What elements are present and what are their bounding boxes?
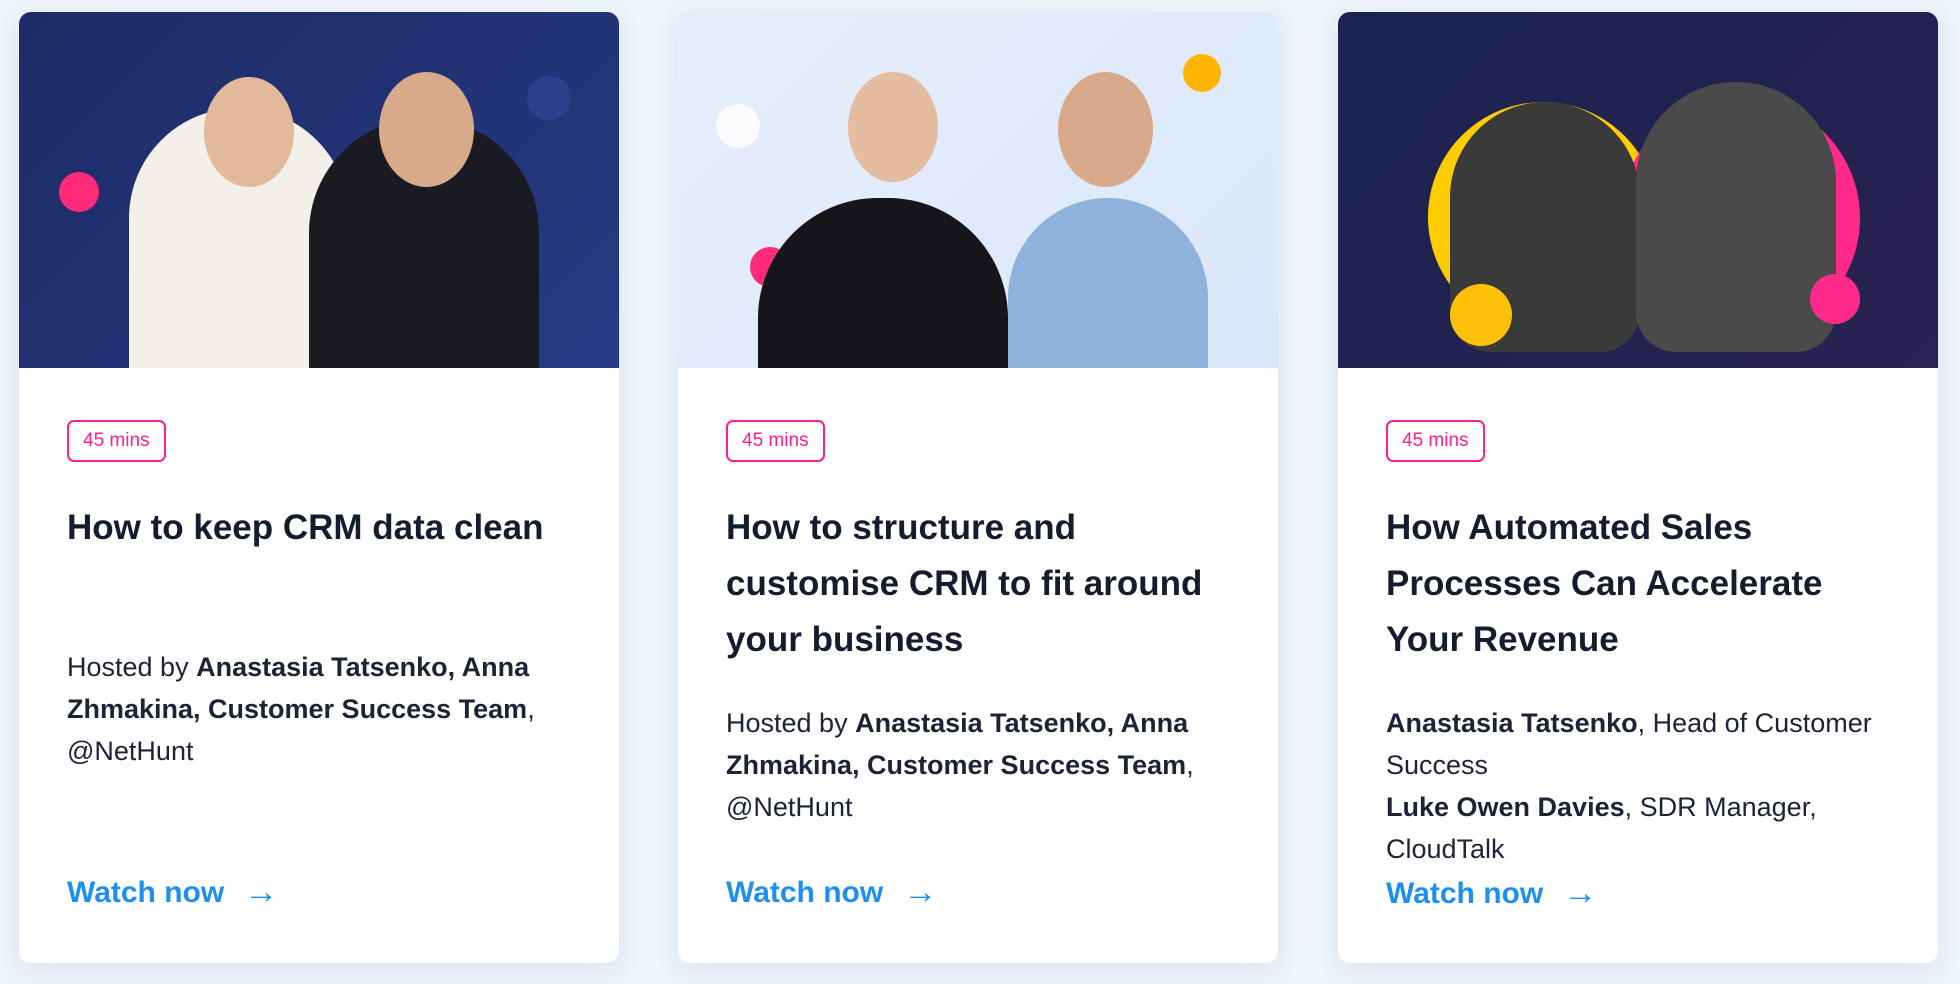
webinar-title: How to structure and customise CRM to fi…	[726, 508, 1203, 659]
webinar-title: How to keep CRM data clean	[67, 508, 544, 547]
arrow-right-icon: →	[1563, 874, 1598, 912]
webinar-card-1[interactable]: 45 mins How to keep CRM data clean Hoste…	[19, 12, 619, 963]
duration-badge: 45 mins	[1386, 420, 1485, 462]
watch-now-link[interactable]: Watch now →	[67, 873, 278, 912]
webinar-title: How Automated Sales Processes Can Accele…	[1386, 508, 1823, 659]
duration-badge: 45 mins	[67, 420, 166, 462]
watch-now-link[interactable]: Watch now →	[1386, 874, 1597, 913]
hosts-text: Hosted by Anastasia Tatsenko, Anna Zhmak…	[67, 646, 579, 772]
speakers-text: Anastasia Tatsenko, Head of Customer Suc…	[1386, 702, 1898, 870]
watch-now-label: Watch now	[1386, 876, 1544, 910]
arrow-right-icon: →	[244, 873, 279, 911]
watch-now-label: Watch now	[67, 875, 225, 909]
webinar-card-2[interactable]: 45 mins How to structure and customise C…	[678, 12, 1278, 963]
hosts-photo	[19, 12, 619, 368]
hosts-text: Hosted by Anastasia Tatsenko, Anna Zhmak…	[726, 702, 1238, 828]
hosts-photo	[678, 12, 1278, 368]
hosted-by-label: Hosted by	[726, 708, 856, 738]
speaker-2: Luke Owen Davies, SDR Manager, CloudTalk	[1386, 786, 1898, 870]
speaker-name: Anastasia Tatsenko	[1386, 708, 1638, 738]
hosted-by-label: Hosted by	[67, 652, 197, 682]
speakers-photo	[1338, 12, 1938, 368]
speaker-name: Luke Owen Davies	[1386, 792, 1625, 822]
duration-badge: 45 mins	[726, 420, 825, 462]
webinar-card-3[interactable]: 45 mins How Automated Sales Processes Ca…	[1338, 12, 1938, 963]
watch-now-label: Watch now	[726, 875, 884, 909]
arrow-right-icon: →	[903, 873, 938, 911]
speaker-1: Anastasia Tatsenko, Head of Customer Suc…	[1386, 702, 1898, 786]
watch-now-link[interactable]: Watch now →	[726, 873, 937, 912]
